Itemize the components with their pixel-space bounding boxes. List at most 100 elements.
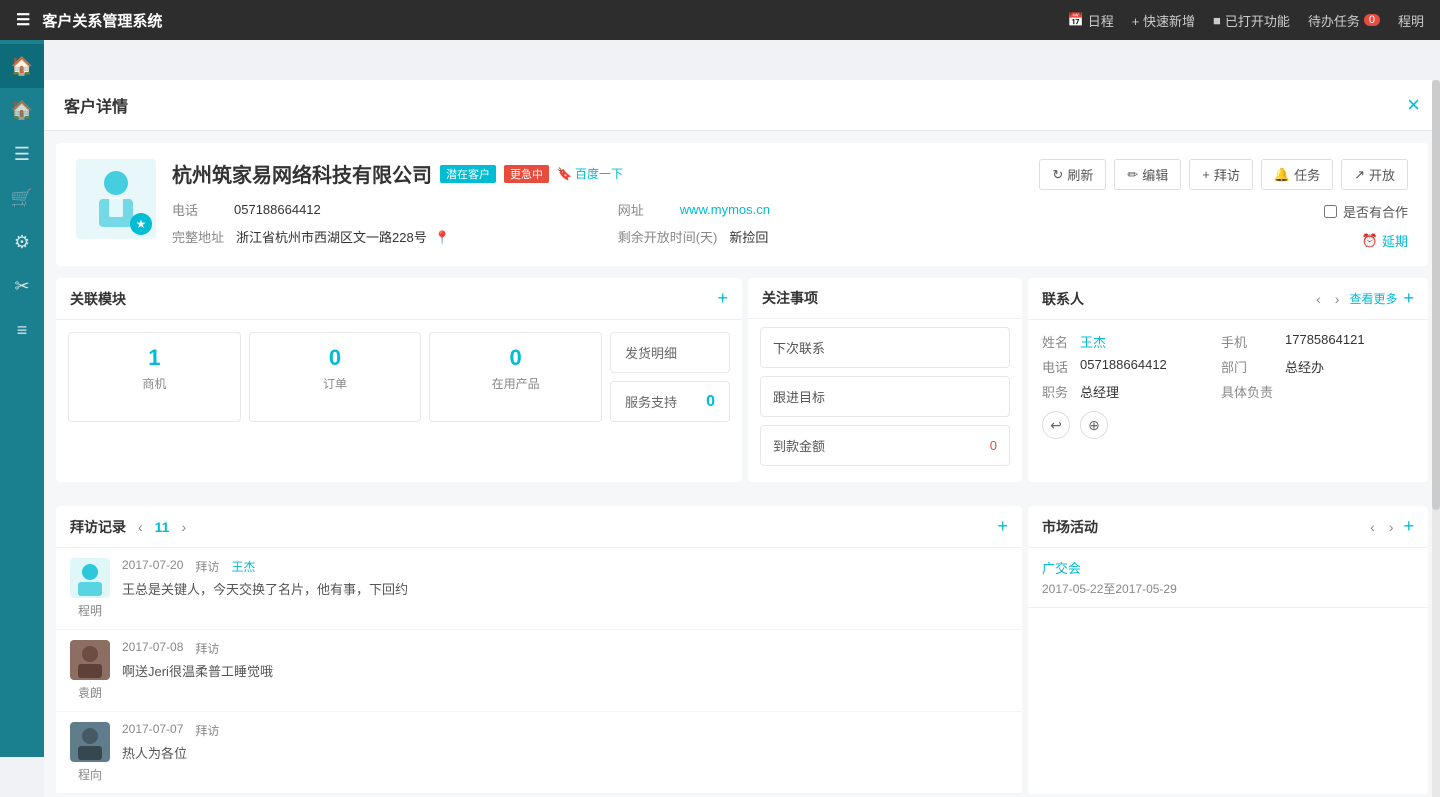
concern-payment-value: 0 <box>990 438 997 453</box>
service-label: 服务支持 <box>625 392 677 411</box>
visit-avatar-col-3: 程向 <box>70 722 110 783</box>
sidebar-item-home2[interactable]: 🏠 <box>0 88 44 132</box>
contact-link-button[interactable]: ↩ <box>1042 411 1070 439</box>
cooperation-checkbox[interactable] <box>1324 205 1337 218</box>
contact-dept-value: 总经办 <box>1285 357 1414 376</box>
market-prev-button[interactable]: ‹ <box>1366 517 1379 537</box>
visit-item-2: 袁朗 2017-07-08 拜访 啊送Jeri很温柔普工睡觉哦 <box>56 630 1022 712</box>
contacts-add-button[interactable]: + <box>1403 288 1414 309</box>
visits-header-left: 拜访记录 ‹ 11 › <box>70 517 190 537</box>
shipping-item[interactable]: 发货明细 <box>610 332 730 373</box>
contact-position-value: 总经理 <box>1080 382 1209 401</box>
visits-add-button[interactable]: + <box>997 516 1008 537</box>
user-nav[interactable]: 程明 <box>1398 11 1424 30</box>
visit1-date: 2017-07-20 <box>122 558 183 575</box>
visitor2-person-icon <box>72 642 108 678</box>
visit1-type: 拜访 <box>195 558 219 575</box>
visits-prev-button[interactable]: ‹ <box>134 517 147 537</box>
service-item[interactable]: 服务支持 0 <box>610 381 730 422</box>
company-avatar: ★ <box>76 159 156 239</box>
module-order[interactable]: 0 订单 <box>249 332 422 422</box>
pending-tasks-nav[interactable]: 待办任务 0 <box>1308 11 1380 30</box>
company-name-row: 杭州筑家易网络科技有限公司 潜在客户 更急中 🔖 百度一下 <box>172 159 1023 188</box>
schedule-nav[interactable]: 📅 日程 <box>1068 11 1114 30</box>
visit-meta-2: 2017-07-08 拜访 <box>122 640 1008 657</box>
contacts-header: 联系人 ‹ › 查看更多 + <box>1028 278 1428 320</box>
visit3-content: 热人为各位 <box>122 743 1008 762</box>
contact-add-button[interactable]: ⊕ <box>1080 411 1108 439</box>
visit-avatar-col-2: 袁朗 <box>70 640 110 701</box>
visits-card: 拜访记录 ‹ 11 › + <box>56 506 1022 794</box>
opened-features-nav[interactable]: ■ 已打开功能 <box>1213 11 1290 30</box>
related-modules-card: 关联模块 + 1 商机 0 订单 <box>56 278 742 482</box>
sidebar-item-menu[interactable]: ≡ <box>0 308 44 352</box>
website-value[interactable]: www.mymos.cn <box>680 202 770 217</box>
see-more-link[interactable]: 查看更多 <box>1349 290 1397 307</box>
visitor3-name: 程向 <box>78 766 102 783</box>
contacts-next-button[interactable]: › <box>1331 289 1344 309</box>
open-button[interactable]: ↗ 开放 <box>1341 159 1408 190</box>
sidebar-item-list[interactable]: ☰ <box>0 132 44 176</box>
phone-value: 057188664412 <box>234 202 321 217</box>
close-button[interactable]: × <box>1407 92 1420 118</box>
remaining-label: 剩余开放时间(天) <box>618 227 718 246</box>
module-product[interactable]: 0 在用产品 <box>429 332 602 422</box>
address-label: 完整地址 <box>172 227 224 246</box>
visitor2-name: 袁朗 <box>78 684 102 701</box>
baidu-icon: 🔖 <box>557 167 572 181</box>
visits-title: 拜访记录 <box>70 517 126 537</box>
contact-name-value[interactable]: 王杰 <box>1080 332 1209 351</box>
concern-payment[interactable]: 到款金额 0 <box>760 425 1010 466</box>
contact-mobile-value: 17785864121 <box>1285 332 1414 351</box>
edit-button[interactable]: ✏ 编辑 <box>1114 159 1181 190</box>
sidebar-item-settings[interactable]: ⚙ <box>0 220 44 264</box>
module-opportunity[interactable]: 1 商机 <box>68 332 241 422</box>
task-button[interactable]: 🔔 任务 <box>1261 159 1333 190</box>
visits-next-button[interactable]: › <box>177 517 190 537</box>
concern-payment-label: 到款金额 <box>773 436 825 455</box>
extend-link[interactable]: ⏰ 延期 <box>1362 231 1408 250</box>
visit-avatar-col-1: 程明 <box>70 558 110 619</box>
market-header: 市场活动 ‹ › + <box>1028 506 1428 548</box>
visit-button[interactable]: + 拜访 <box>1189 159 1253 190</box>
concern-follow-goal[interactable]: 跟进目标 <box>760 376 1010 417</box>
visit1-contact[interactable]: 王杰 <box>231 558 255 575</box>
concern-payment-row: 到款金额 0 <box>773 436 997 455</box>
shipping-label: 发货明细 <box>625 343 677 362</box>
remaining-row: 剩余开放时间(天) 新捡回 <box>618 227 1024 246</box>
visit3-date: 2017-07-07 <box>122 722 183 739</box>
concern-next-contact[interactable]: 下次联系 <box>760 327 1010 368</box>
contact-mobile-label: 手机 <box>1221 332 1273 351</box>
contact-name-label: 姓名 <box>1042 332 1068 351</box>
visitor3-person-icon <box>72 724 108 760</box>
sidebar-item-home[interactable]: 🏠 <box>0 44 44 88</box>
baidu-link[interactable]: 🔖 百度一下 <box>557 165 623 182</box>
visit2-type: 拜访 <box>195 640 219 657</box>
right-scrollbar[interactable] <box>1432 80 1440 797</box>
sidebar-item-scissors[interactable]: ✂ <box>0 264 44 308</box>
refresh-button[interactable]: ↻ 刷新 <box>1039 159 1106 190</box>
concern-follow-label: 跟进目标 <box>773 387 825 406</box>
visit-info-3: 2017-07-07 拜访 热人为各位 <box>122 722 1008 762</box>
nav-left: ☰ 客户关系管理系统 <box>16 10 162 31</box>
contacts-card: 联系人 ‹ › 查看更多 + 姓名 王杰 手机 177 <box>1028 278 1428 482</box>
contacts-prev-button[interactable]: ‹ <box>1312 289 1325 309</box>
visitor1-name: 程明 <box>78 602 102 619</box>
company-info: 杭州筑家易网络科技有限公司 潜在客户 更急中 🔖 百度一下 电话 0571886… <box>172 159 1023 246</box>
visit-meta-3: 2017-07-07 拜访 <box>122 722 1008 739</box>
contact-detail: 姓名 王杰 手机 17785864121 电话 057188664412 部门 … <box>1028 320 1428 451</box>
market-next-button[interactable]: › <box>1385 517 1398 537</box>
opportunity-label: 商机 <box>77 375 232 392</box>
sidebar-item-cart[interactable]: 🛒 <box>0 176 44 220</box>
visit-info-1: 2017-07-20 拜访 王杰 王总是关键人，今天交换了名片，他有事，下回约 <box>122 558 1008 598</box>
avatar-badge: ★ <box>130 213 152 235</box>
visitor1-person-icon <box>72 560 108 596</box>
visit-item-3: 程向 2017-07-07 拜访 热人为各位 <box>56 712 1022 794</box>
market-item-1: 广交会 2017-05-22至2017-05-29 <box>1028 548 1428 608</box>
market-add-button[interactable]: + <box>1403 516 1414 537</box>
phone-label: 电话 <box>172 200 222 219</box>
market-event-title[interactable]: 广交会 <box>1042 558 1414 577</box>
quick-add-nav[interactable]: + 快速新增 <box>1132 11 1195 30</box>
hamburger-icon[interactable]: ☰ <box>16 10 30 30</box>
related-modules-add-button[interactable]: + <box>717 288 728 309</box>
